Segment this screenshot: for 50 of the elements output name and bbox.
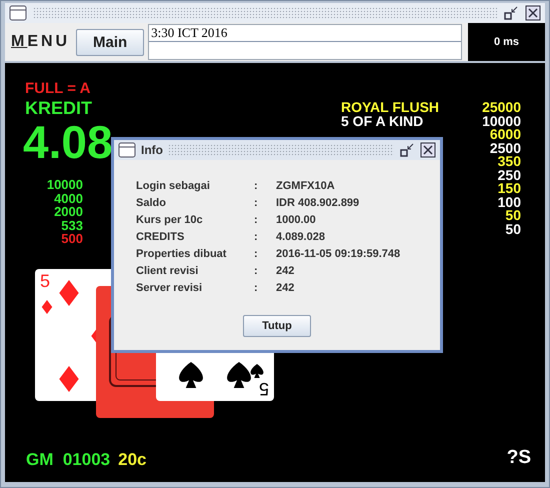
- bet-value: 2000: [54, 205, 83, 218]
- payout-value: 25000: [481, 101, 521, 114]
- info-label: Saldo: [136, 196, 167, 210]
- full-label: FULL = A: [25, 80, 90, 97]
- payout-value: 150: [496, 182, 521, 196]
- close-button[interactable]: Tutup: [243, 315, 311, 337]
- info-label: Server revisi: [136, 281, 204, 295]
- payout-value: 100: [496, 196, 521, 209]
- bet-value: 4000: [54, 192, 83, 205]
- payout-value: 250: [496, 168, 521, 182]
- payout-value: 50: [505, 209, 521, 222]
- info-label: Properties dibuat: [136, 247, 228, 261]
- info-value: 242: [276, 264, 296, 278]
- card-rank: 5: [258, 378, 269, 399]
- info-label: CREDITS: [136, 230, 186, 244]
- payout-value: 50: [504, 222, 521, 236]
- separator: :: [254, 230, 259, 244]
- menu-button[interactable]: MENU: [9, 33, 72, 51]
- hand-name: 5 OF A KIND: [341, 114, 424, 128]
- info-label: Kurs per 10c: [136, 213, 204, 227]
- separator: :: [254, 213, 259, 227]
- main-button[interactable]: Main: [76, 28, 144, 56]
- latency-text: 0 ms: [494, 36, 520, 48]
- info-value: ZGMFX10A: [276, 179, 336, 193]
- info-value: IDR 408.902.899: [276, 196, 360, 210]
- payout-value: 6000: [490, 128, 521, 142]
- payout-value: 2500: [488, 142, 521, 155]
- info-value: 2016-11-05 09:19:59.748: [276, 247, 402, 261]
- help-label: ?S: [506, 447, 531, 469]
- info-value: 1000.00: [276, 213, 317, 227]
- status-field[interactable]: 3:30 ICT 2016: [148, 24, 462, 60]
- payout-value: 10000: [481, 114, 521, 128]
- game-id: GM 01003: [26, 450, 110, 470]
- info-label: Login sebagai: [136, 179, 211, 193]
- info-value: 4.089.028: [276, 230, 326, 244]
- payout-value: 350: [498, 155, 521, 168]
- info-value: 242: [276, 281, 296, 295]
- separator: :: [254, 179, 259, 193]
- hand-name: ROYAL FLUSH: [341, 101, 440, 114]
- bet-value: 500: [61, 232, 83, 246]
- separator: :: [254, 264, 259, 278]
- card-rank: 5: [40, 271, 50, 292]
- bet-value: 10000: [46, 178, 83, 192]
- separator: :: [254, 196, 259, 210]
- denomination: 20c: [118, 450, 146, 470]
- bet-value: 533: [61, 218, 83, 232]
- info-label: Client revisi: [136, 264, 200, 278]
- dialog-title: Info: [141, 143, 163, 157]
- separator: :: [254, 247, 259, 261]
- separator: :: [254, 281, 259, 295]
